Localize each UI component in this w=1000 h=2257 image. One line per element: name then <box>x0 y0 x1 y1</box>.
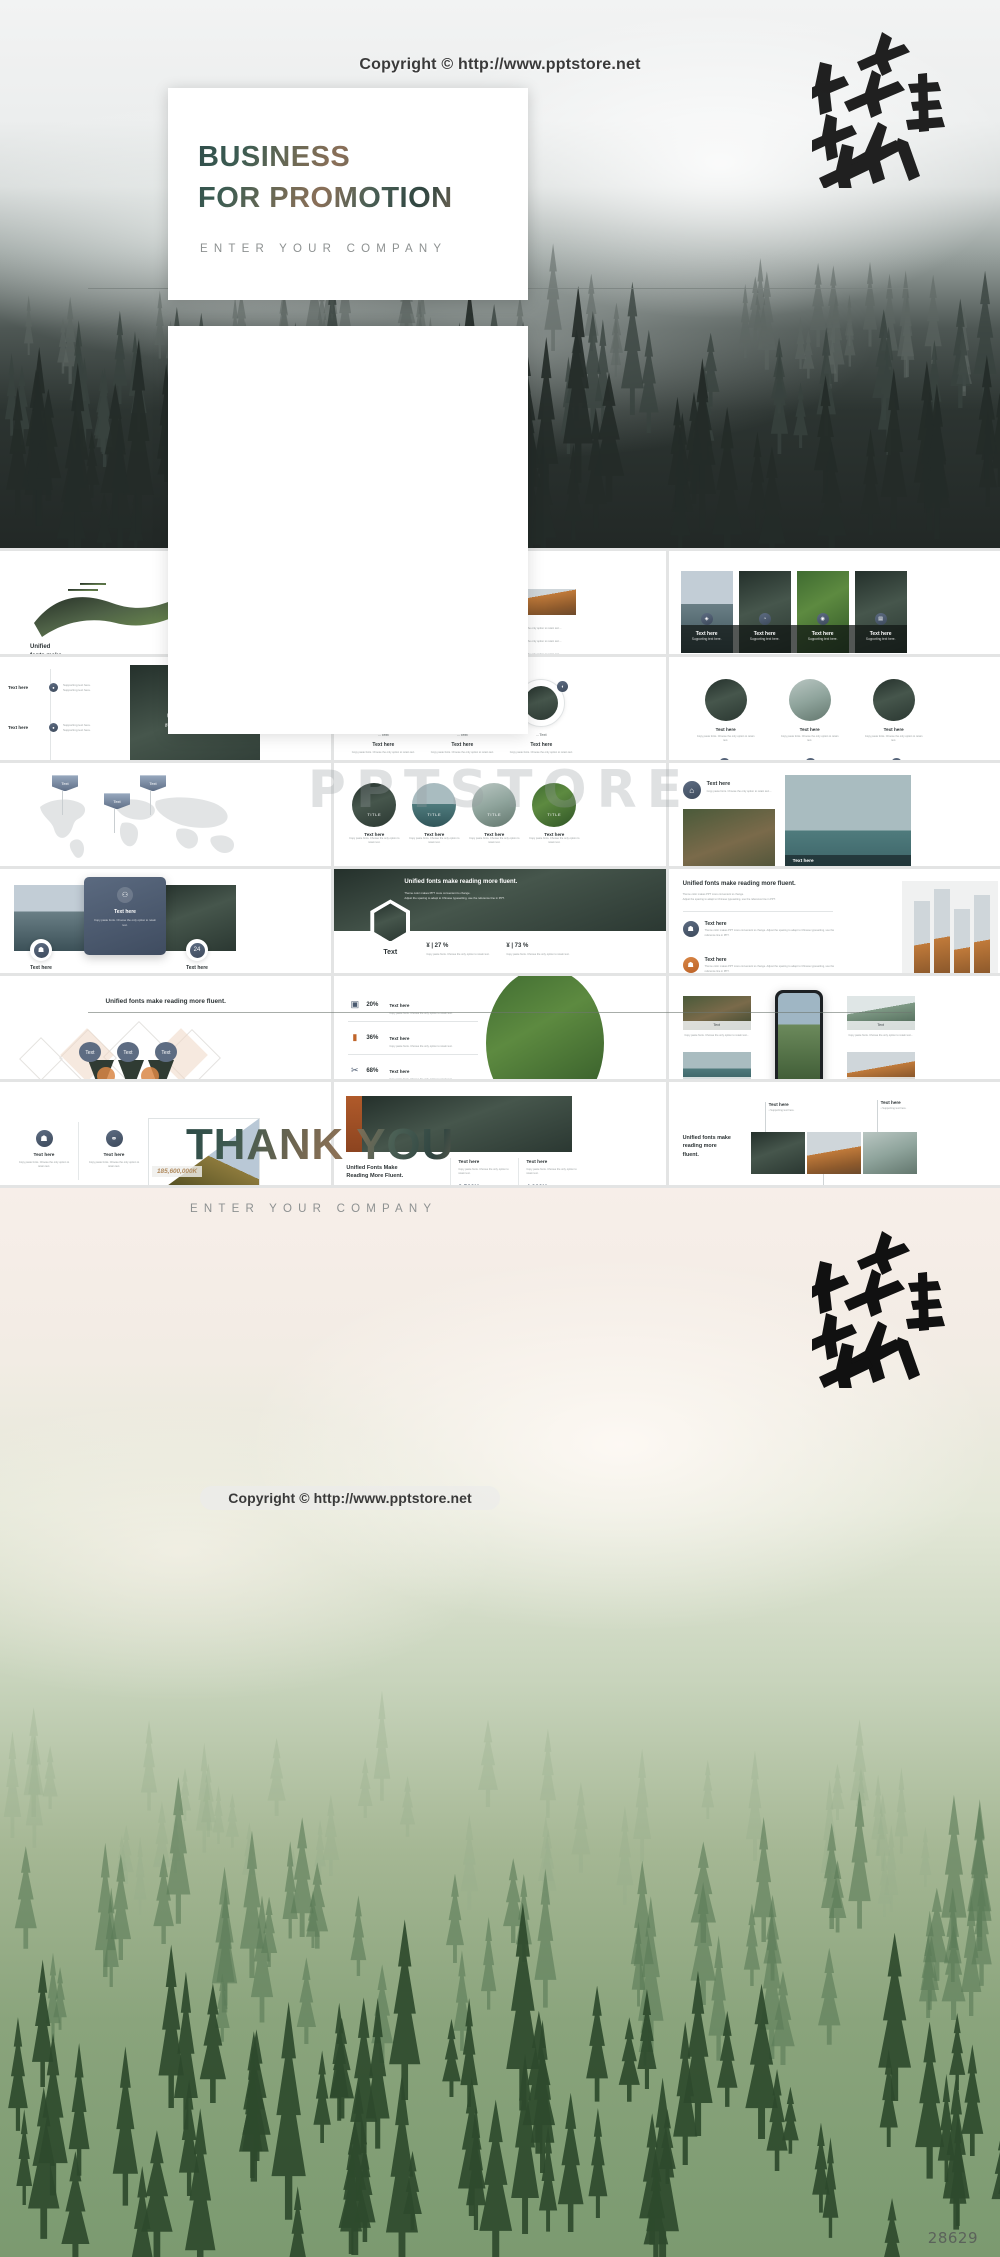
percent-value: 89% <box>968 861 990 866</box>
stat-value: 3,500K <box>458 1184 512 1185</box>
ring-title: Text here <box>530 742 553 749</box>
slide-thumbnail[interactable]: Unified fonts make reading more fluent. … <box>668 869 1000 973</box>
world-map-icon <box>40 797 234 859</box>
camera-icon: ▣ <box>350 999 360 1010</box>
slide-thumbnail[interactable]: ◈ ◔ ◉ ▤ Text here Supporting text here. T… <box>668 551 1000 655</box>
card-caption: Text <box>846 1076 915 1079</box>
slide-thumbnail[interactable]: Unified fonts make reading more fluent. … <box>334 869 666 973</box>
row-icon: ☗ <box>682 921 699 938</box>
thanks-horizontal-rule <box>88 1012 912 1013</box>
chinese-calligraphy-stamp-icon <box>802 1216 972 1398</box>
slide-thumbnail[interactable]: ⚇ Text here Copy paste fonts. Choose the… <box>0 869 332 973</box>
phone-mockup <box>774 989 823 1079</box>
stat-value: ¥ | 27 % <box>426 943 449 950</box>
tool-icon: ✂ <box>351 1065 359 1076</box>
overlay-title: Text here <box>792 859 814 865</box>
document-id: 28629 <box>927 2229 978 2247</box>
timeline-node-icon: ● <box>49 723 58 733</box>
slide-heading: Unified fonts make reading more fluent. <box>682 881 796 888</box>
ring-title: Text here <box>451 742 474 749</box>
item-icon: ☗ <box>35 1129 53 1147</box>
circle-badge: TITLE <box>367 812 382 818</box>
hero-title-line-1: BUSINESS <box>198 141 351 173</box>
timeline-node-icon: ● <box>718 758 730 761</box>
slide-thumbnail[interactable]: TITLE Text here Copy paste fonts. Choose t… <box>334 763 666 867</box>
slide-thumbnail[interactable]: Text Text Text Text hereSupporting text … <box>0 763 332 867</box>
slide-heading: Unified fonts make reading more fluent. <box>105 997 226 1005</box>
timeline-node-icon: ● <box>804 758 816 761</box>
card-caption: Text <box>682 1076 751 1079</box>
row-icon: ☗ <box>682 957 699 973</box>
card-icon: ▤ <box>874 613 887 625</box>
card-sub: Supporting text here. <box>865 637 896 641</box>
thanks-subtitle: ENTER YOUR COMPANY <box>190 1203 438 1215</box>
card-sub: Supporting text here. <box>807 637 838 641</box>
timeline-label: Text here <box>8 725 29 731</box>
slide-thumbnail[interactable]: ⌂ Text here Copy paste fonts. Choose the… <box>668 763 1000 867</box>
timeline-node-icon: ● <box>890 758 902 761</box>
circle-badge: TITLE <box>427 812 442 818</box>
diamond-node-label: Text <box>123 1050 133 1056</box>
ring-icon: ◐ <box>557 681 569 693</box>
card-caption: Text <box>682 1020 751 1030</box>
hex-label: Text <box>383 949 398 957</box>
chinese-calligraphy-stamp-icon <box>802 18 972 199</box>
leaf-icon: ⌂ <box>682 781 701 800</box>
slide-thumbnail[interactable]: ▣ 20% Text here Copy paste fonts. Choose … <box>334 975 666 1079</box>
card-icon: ⚇ <box>117 887 133 904</box>
card-sub: Supporting text here. <box>691 637 722 641</box>
diamond-node-label: Text <box>161 1050 171 1056</box>
percent-value: 20% <box>366 1001 379 1008</box>
thanks-forest-silhouette <box>0 1557 1000 2257</box>
thanks-copyright-text: Copyright © http://www.pptstore.net <box>200 1486 500 1510</box>
diamond-node-label: Text <box>85 1050 95 1056</box>
card-icon: ◉ <box>816 613 829 625</box>
hero-title: BUSINESS FOR PROMOTION <box>198 137 518 219</box>
slide-thumbnail[interactable]: Unified fonts make reading more fluent. … <box>668 1081 1000 1185</box>
stat-value: ¥ | 73 % <box>506 943 529 950</box>
slide-heading: Unified fonts make reading more fluent. <box>404 879 518 886</box>
item-title: Text here <box>715 727 736 733</box>
card-caption: Text <box>846 1020 915 1030</box>
circle-badge: TITLE <box>487 812 502 818</box>
thanks-white-card <box>168 326 528 734</box>
slide-thumbnail[interactable]: Text Copy paste fonts. Choose the only o… <box>668 975 1000 1079</box>
card-sub: Supporting text here. <box>749 637 780 641</box>
card-icon: ◈ <box>700 613 713 625</box>
item-icon: ⚭ <box>105 1129 123 1147</box>
timeline-node-icon: ● <box>49 683 58 693</box>
timeline-label: Text here <box>8 685 29 691</box>
card-icon: ◔ <box>758 613 771 625</box>
slide-thumbnail[interactable]: Unified fonts make reading more fluent. … <box>0 975 332 1079</box>
person-icon: ☗ <box>33 942 49 958</box>
circle-badge: TITLE <box>547 812 562 818</box>
stat-value: 4,600K <box>526 1184 580 1185</box>
percent-value: 68% <box>366 1067 379 1074</box>
slide-heading: Unified fonts make reading more fluent. <box>30 644 62 654</box>
item-title: Text here <box>883 727 904 733</box>
ring-title: Text here <box>372 742 395 749</box>
hero-title-line-2: FOR PROMOTION <box>198 182 453 215</box>
bag-icon: ▮ <box>352 1032 358 1043</box>
slide-thumbnail[interactable]: Text here Copy paste fonts. Choose the o… <box>668 657 1000 761</box>
thanks-title: THANK YOU <box>186 1120 510 1170</box>
support-badge: 24 <box>189 942 205 958</box>
percent-value: 36% <box>366 1034 379 1041</box>
hero-subtitle: ENTER YOUR COMPANY <box>200 243 448 255</box>
item-title: Text here <box>799 727 820 733</box>
